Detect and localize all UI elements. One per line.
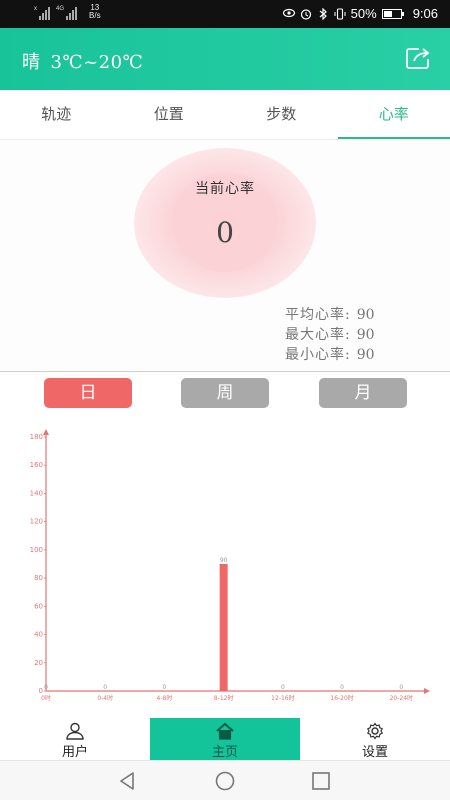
stat-average: 平均心率: 90: [285, 305, 375, 325]
vibrate-icon: [334, 7, 346, 20]
stat-average-value: 90: [356, 307, 375, 323]
stat-max: 最大心率: 90: [285, 325, 375, 345]
share-button[interactable]: [405, 46, 431, 70]
y-tick-label: 140: [30, 489, 43, 497]
y-tick-label: 80: [34, 574, 43, 582]
x-tick-label: 4-8时: [157, 694, 173, 702]
stat-max-value: 90: [356, 327, 375, 343]
tab-steps[interactable]: 步数: [225, 90, 338, 140]
net-speed: 13 B/s: [89, 4, 101, 20]
clock: 9:06: [412, 6, 438, 21]
battery-percent: 50%: [350, 6, 377, 21]
stat-min: 最小心率: 90: [285, 345, 375, 365]
data-label: 0: [103, 684, 107, 691]
x-tick-label: 0-4时: [97, 694, 113, 702]
chart-svg: 0 20 40 60 80 100 120 140 160 180 0时 0-4时 4-8时 8-12时 1…: [30, 429, 430, 702]
status-right: 50% 9:06: [282, 6, 438, 21]
app-screen: x 4G 13 B/s 50% 9:06 晴 3℃~20℃ 轨迹 位置 步数 心…: [0, 0, 450, 800]
y-tick-label: 20: [34, 659, 43, 667]
period-month-button[interactable]: 月: [319, 378, 407, 408]
panel-divider: [0, 371, 450, 372]
y-axis-arrow: [43, 429, 49, 435]
net-speed-unit: B/s: [89, 11, 101, 20]
bar-value-label: 90: [220, 557, 228, 564]
bar: [219, 564, 228, 691]
signal-2-icon: [66, 6, 78, 20]
x-tick-label: 20-24时: [390, 694, 413, 702]
x-tick-label: 0时: [41, 694, 51, 702]
eye-icon: [282, 8, 295, 20]
alarm-icon: [300, 8, 312, 20]
signal-icon: [39, 6, 50, 20]
weather-info: 晴 3℃~20℃: [22, 48, 153, 74]
back-icon[interactable]: [116, 770, 138, 792]
data-label: 0: [281, 684, 285, 691]
heart-rate-chart: 0 20 40 60 80 100 120 140 160 180 0时 0-4时 4-8时 8-12时 1…: [0, 420, 450, 710]
data-label: 0: [340, 684, 344, 691]
stat-max-label: 最大心率:: [285, 327, 351, 343]
tab-heart-rate[interactable]: 心率: [337, 90, 450, 140]
y-tick-label: 180: [30, 433, 43, 441]
tab-location[interactable]: 位置: [113, 90, 226, 140]
y-tick-label: 160: [30, 461, 43, 469]
x-axis-arrow: [424, 688, 430, 694]
battery-icon: [381, 8, 404, 19]
stat-min-value: 90: [356, 347, 375, 363]
network-tag-x: x: [34, 6, 37, 12]
nav-home[interactable]: 主页: [150, 718, 300, 760]
bottom-nav: 用户 主页 设置: [0, 718, 450, 760]
y-tick-label: 100: [30, 546, 43, 554]
period-week-button[interactable]: 周: [181, 378, 269, 408]
heart-rate-circle: 当前心率 0: [134, 148, 316, 298]
recents-icon[interactable]: [310, 770, 332, 792]
nav-home-label: 主页: [211, 745, 238, 760]
nav-settings[interactable]: 设置: [330, 718, 420, 760]
nav-user[interactable]: 用户: [30, 718, 120, 760]
y-tick-label: 60: [34, 602, 43, 610]
status-bar: x 4G 13 B/s 50% 9:06: [0, 0, 450, 28]
current-heart-rate-value: 0: [216, 216, 234, 249]
app-header: 晴 3℃~20℃: [0, 28, 450, 90]
stat-min-label: 最小心率:: [285, 347, 351, 363]
current-heart-rate-title: 当前心率: [195, 181, 255, 197]
stat-average-label: 平均心率:: [285, 307, 351, 323]
y-tick-label: 120: [30, 518, 43, 526]
data-label: 0: [44, 684, 48, 691]
heart-rate-stats: 平均心率: 90 最大心率: 90 最小心率: 90: [285, 305, 375, 365]
weather-condition: 晴: [22, 52, 41, 73]
gear-icon: [366, 722, 384, 740]
home-icon: [216, 722, 234, 740]
period-day-button[interactable]: 日: [44, 378, 132, 408]
bluetooth-icon: [317, 7, 329, 20]
nav-settings-label: 设置: [361, 745, 388, 760]
y-tick-label: 40: [34, 631, 43, 639]
network-tag-4g: 4G: [56, 6, 65, 12]
tab-bar: 轨迹 位置 步数 心率: [0, 90, 450, 140]
heart-rate-panel: 当前心率 0 平均心率: 90 最大心率: 90 最小心率: 90: [0, 140, 450, 372]
data-label: 0: [163, 684, 167, 691]
home-circle-icon[interactable]: [214, 770, 236, 792]
nav-user-label: 用户: [61, 745, 88, 760]
share-icon: [406, 48, 430, 69]
status-left: x 4G 13 B/s: [34, 4, 101, 20]
data-label: 0: [399, 684, 403, 691]
x-tick-label: 8-12时: [214, 694, 234, 702]
x-tick-label: 16-20时: [330, 694, 353, 702]
system-nav-bar: [0, 760, 450, 800]
x-tick-label: 12-16时: [271, 694, 294, 702]
y-tick-label: 0: [39, 687, 43, 695]
temperature-range: 3℃~20℃: [50, 52, 144, 73]
tab-track[interactable]: 轨迹: [0, 90, 113, 140]
battery-fill: [383, 10, 392, 17]
user-icon: [66, 722, 84, 740]
